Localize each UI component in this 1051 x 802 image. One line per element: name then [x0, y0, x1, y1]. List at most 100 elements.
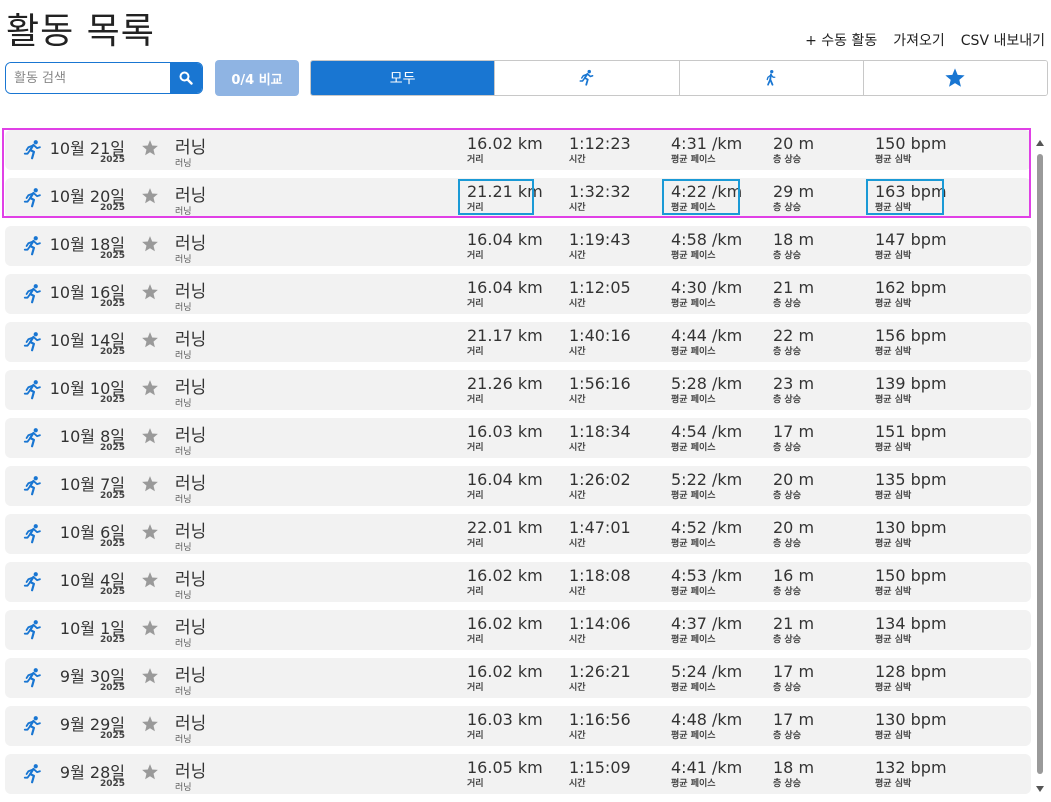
scroll-up-arrow[interactable]: [1035, 138, 1045, 148]
pace-value: 4:30 /km: [671, 278, 743, 297]
scroll-thumb[interactable]: [1037, 154, 1043, 774]
stat-pace: 4:37 /km 평균 페이스: [671, 614, 742, 645]
activity-name[interactable]: 러닝: [175, 613, 206, 638]
activity-name[interactable]: 러닝: [175, 661, 206, 686]
activity-row[interactable]: 9월 29일 2025 러닝 러닝 16.03 km 거리 1:16:56 시간…: [5, 706, 1031, 746]
activity-name[interactable]: 러닝: [175, 517, 206, 542]
time-label: 시간: [569, 635, 586, 645]
activity-row[interactable]: 10월 8일 2025 러닝 러닝 16.03 km 거리 1:18:34 시간…: [5, 418, 1031, 458]
star-icon[interactable]: [141, 139, 159, 157]
activity-year: 2025: [99, 203, 125, 213]
pace-value: 4:52 /km: [671, 518, 743, 537]
activity-row[interactable]: 10월 1일 2025 러닝 러닝 16.02 km 거리 1:14:06 시간…: [5, 610, 1031, 650]
tab-running[interactable]: [494, 61, 679, 95]
stat-time: 1:26:21 시간: [569, 662, 631, 693]
import-link[interactable]: 가져오기: [893, 30, 945, 50]
tab-walking[interactable]: [678, 61, 863, 95]
stat-heart-rate: 163 bpm 평균 심박: [875, 182, 947, 213]
header-actions: + 수동 활동 가져오기 CSV 내보내기: [805, 30, 1045, 50]
activity-row[interactable]: 9월 28일 2025 러닝 러닝 16.05 km 거리 1:15:09 시간…: [5, 754, 1031, 794]
activity-year: 2025: [99, 155, 125, 165]
stat-heart-rate: 135 bpm 평균 심박: [875, 470, 947, 501]
star-icon[interactable]: [141, 571, 159, 589]
activity-name[interactable]: 러닝: [175, 277, 206, 302]
stat-time: 1:56:16 시간: [569, 374, 631, 405]
star-icon[interactable]: [141, 283, 159, 301]
activity-name[interactable]: 러닝: [175, 133, 206, 158]
activity-row[interactable]: 10월 4일 2025 러닝 러닝 16.02 km 거리 1:18:08 시간…: [5, 562, 1031, 602]
stat-distance: 16.02 km 거리: [467, 662, 543, 693]
stat-pace: 4:30 /km 평균 페이스: [671, 278, 742, 309]
stat-distance: 21.17 km 거리: [467, 326, 543, 357]
tab-favorites[interactable]: [862, 61, 1047, 95]
manual-activity-link[interactable]: + 수동 활동: [805, 30, 877, 50]
search-button[interactable]: [170, 63, 202, 93]
pace-value: 4:41 /km: [671, 758, 743, 777]
star-icon[interactable]: [141, 427, 159, 445]
running-icon: [23, 668, 41, 688]
activity-name[interactable]: 러닝: [175, 709, 206, 734]
activity-name[interactable]: 러닝: [175, 757, 206, 782]
distance-label: 거리: [467, 731, 484, 741]
scroll-down-arrow[interactable]: [1035, 784, 1045, 794]
running-icon: [23, 380, 41, 400]
star-icon[interactable]: [141, 763, 159, 781]
activity-year: 2025: [99, 299, 125, 309]
activity-year: 2025: [99, 539, 125, 549]
heart-rate-label: 평균 심박: [875, 203, 912, 213]
activity-row[interactable]: 10월 18일 2025 러닝 러닝 16.04 km 거리 1:19:43 시…: [5, 226, 1031, 266]
distance-label: 거리: [467, 251, 484, 261]
time-label: 시간: [569, 683, 586, 693]
activity-row[interactable]: 10월 14일 2025 러닝 러닝 21.17 km 거리 1:40:16 시…: [5, 322, 1031, 362]
star-icon[interactable]: [141, 187, 159, 205]
stat-time: 1:16:56 시간: [569, 710, 631, 741]
star-icon[interactable]: [141, 235, 159, 253]
stat-heart-rate: 130 bpm 평균 심박: [875, 518, 947, 549]
compare-button[interactable]: 0/4 비교: [215, 60, 299, 96]
activity-row[interactable]: 10월 6일 2025 러닝 러닝 22.01 km 거리 1:47:01 시간…: [5, 514, 1031, 554]
star-icon[interactable]: [141, 715, 159, 733]
distance-label: 거리: [467, 587, 484, 597]
pace-value: 4:58 /km: [671, 230, 743, 249]
distance-label: 거리: [467, 539, 484, 549]
pace-label: 평균 페이스: [671, 635, 716, 645]
stat-time: 1:40:16 시간: [569, 326, 631, 357]
activity-name[interactable]: 러닝: [175, 469, 206, 494]
star-icon[interactable]: [141, 667, 159, 685]
star-icon[interactable]: [141, 331, 159, 349]
star-icon[interactable]: [141, 475, 159, 493]
activity-row[interactable]: 9월 30일 2025 러닝 러닝 16.02 km 거리 1:26:21 시간…: [5, 658, 1031, 698]
activity-name[interactable]: 러닝: [175, 373, 206, 398]
star-icon[interactable]: [141, 523, 159, 541]
activity-row[interactable]: 10월 21일 2025 러닝 러닝 16.02 km 거리 1:12:23 시…: [5, 130, 1031, 170]
heart-rate-label: 평균 심박: [875, 395, 912, 405]
activity-row[interactable]: 10월 16일 2025 러닝 러닝 16.04 km 거리 1:12:05 시…: [5, 274, 1031, 314]
heart-rate-label: 평균 심박: [875, 251, 912, 261]
distance-value: 16.03 km: [467, 710, 543, 729]
search-input[interactable]: [6, 63, 170, 93]
stat-distance: 16.03 km 거리: [467, 710, 543, 741]
activity-name[interactable]: 러닝: [175, 421, 206, 446]
activity-name[interactable]: 러닝: [175, 181, 206, 206]
pace-value: 4:44 /km: [671, 326, 743, 345]
heart-rate-label: 평균 심박: [875, 443, 912, 453]
star-icon[interactable]: [141, 379, 159, 397]
stat-pace: 4:44 /km 평균 페이스: [671, 326, 742, 357]
star-icon[interactable]: [141, 619, 159, 637]
csv-export-link[interactable]: CSV 내보내기: [961, 30, 1045, 50]
activity-row[interactable]: 10월 7일 2025 러닝 러닝 16.04 km 거리 1:26:02 시간…: [5, 466, 1031, 506]
pace-label: 평균 페이스: [671, 203, 716, 213]
activity-name[interactable]: 러닝: [175, 229, 206, 254]
stat-distance: 16.04 km 거리: [467, 278, 543, 309]
stat-distance: 22.01 km 거리: [467, 518, 543, 549]
heart-rate-value: 134 bpm: [875, 614, 947, 633]
activity-row[interactable]: 10월 10일 2025 러닝 러닝 21.26 km 거리 1:56:16 시…: [5, 370, 1031, 410]
tab-all[interactable]: 모두: [311, 61, 495, 95]
distance-label: 거리: [467, 683, 484, 693]
scrollbar[interactable]: [1035, 138, 1045, 794]
time-label: 시간: [569, 539, 586, 549]
activity-name[interactable]: 러닝: [175, 565, 206, 590]
activity-row[interactable]: 10월 20일 2025 러닝 러닝 21.21 km 거리 1:32:32 시…: [5, 178, 1031, 218]
activity-name[interactable]: 러닝: [175, 325, 206, 350]
activity-list: 10월 21일 2025 러닝 러닝 16.02 km 거리 1:12:23 시…: [5, 130, 1031, 802]
